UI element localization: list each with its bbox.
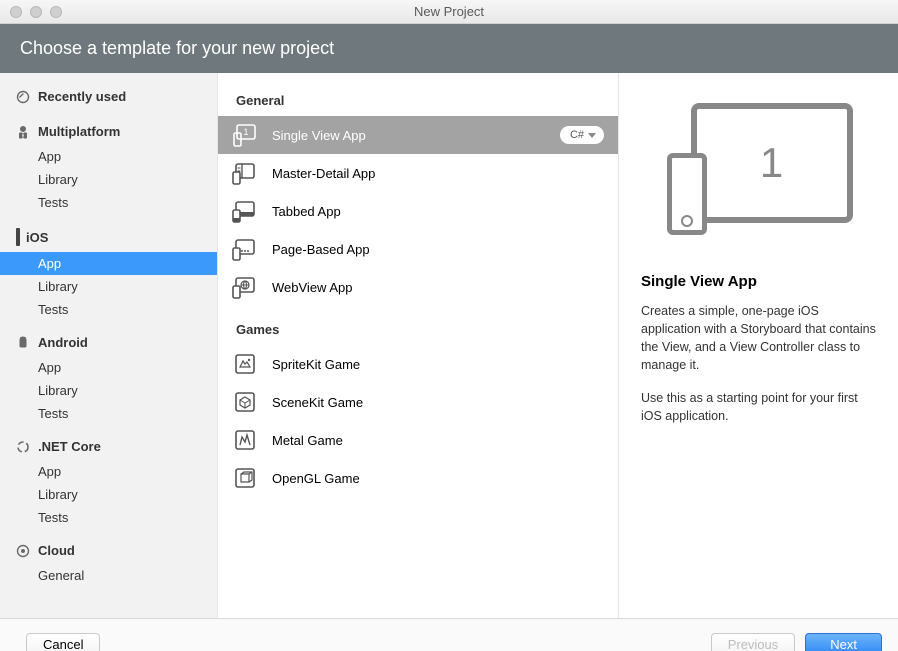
detail-title: Single View App	[641, 273, 876, 290]
previous-button[interactable]: Previous	[711, 633, 796, 651]
sidebar-group-cloud[interactable]: Cloud	[0, 537, 217, 564]
template-single-view-app[interactable]: 1 Single View App C#	[218, 116, 618, 154]
multiplatform-icon	[16, 125, 30, 139]
template-tabbed-app[interactable]: Tabbed App	[218, 192, 618, 230]
sidebar-item-netcore-library[interactable]: Library	[0, 483, 217, 506]
detail-pane: 1 Single View App Creates a simple, one-…	[619, 73, 898, 618]
cancel-button[interactable]: Cancel	[26, 633, 100, 651]
sidebar-group-label: .NET Core	[38, 439, 101, 454]
template-metal-game[interactable]: Metal Game	[218, 421, 618, 459]
detail-description-1: Creates a simple, one-page iOS applicati…	[641, 302, 876, 375]
master-detail-icon	[232, 160, 258, 186]
template-label: OpenGL Game	[272, 471, 604, 486]
detail-description-2: Use this as a starting point for your fi…	[641, 389, 876, 425]
sidebar: Recently used Multiplatform App Library …	[0, 73, 218, 618]
iphone-icon	[667, 153, 707, 235]
sidebar-item-android-app[interactable]: App	[0, 356, 217, 379]
sidebar-group-label: iOS	[26, 230, 48, 245]
titlebar: New Project	[0, 0, 898, 24]
language-label: C#	[570, 129, 584, 141]
sidebar-item-multiplatform-app[interactable]: App	[0, 145, 217, 168]
sidebar-item-android-tests[interactable]: Tests	[0, 402, 217, 425]
page-heading: Choose a template for your new project	[0, 24, 898, 73]
ipad-icon: 1	[691, 103, 853, 223]
sidebar-group-label: Cloud	[38, 543, 75, 558]
template-label: Single View App	[272, 128, 546, 143]
sidebar-group-multiplatform[interactable]: Multiplatform	[0, 118, 217, 145]
next-button[interactable]: Next	[805, 633, 882, 651]
sidebar-item-ios-library[interactable]: Library	[0, 275, 217, 298]
page-based-icon	[232, 236, 258, 262]
template-opengl-game[interactable]: OpenGL Game	[218, 459, 618, 497]
metal-icon	[232, 427, 258, 453]
window-title: New Project	[0, 4, 898, 19]
webview-icon	[232, 274, 258, 300]
sidebar-item-multiplatform-library[interactable]: Library	[0, 168, 217, 191]
footer: Cancel Previous Next	[0, 618, 898, 651]
language-selector[interactable]: C#	[560, 126, 604, 144]
recent-icon	[16, 90, 30, 104]
template-label: SpriteKit Game	[272, 357, 604, 372]
template-page-based-app[interactable]: Page-Based App	[218, 230, 618, 268]
template-label: Metal Game	[272, 433, 604, 448]
template-list: General 1 Single View App C# Master-Deta…	[218, 73, 619, 618]
preview-glyph: 1	[760, 139, 783, 187]
template-label: SceneKit Game	[272, 395, 604, 410]
template-scenekit-game[interactable]: SceneKit Game	[218, 383, 618, 421]
opengl-icon	[232, 465, 258, 491]
sidebar-group-ios[interactable]: iOS	[0, 222, 217, 252]
sidebar-group-label: Android	[38, 335, 88, 350]
template-preview: 1	[659, 97, 859, 247]
sidebar-recent-label: Recently used	[38, 89, 126, 104]
sidebar-group-android[interactable]: Android	[0, 329, 217, 356]
sidebar-item-netcore-app[interactable]: App	[0, 460, 217, 483]
ios-accent-icon	[16, 228, 20, 246]
sidebar-item-ios-app[interactable]: App	[0, 252, 217, 275]
netcore-icon	[16, 440, 30, 454]
template-label: Tabbed App	[272, 204, 604, 219]
sidebar-item-multiplatform-tests[interactable]: Tests	[0, 191, 217, 214]
body: Recently used Multiplatform App Library …	[0, 73, 898, 618]
template-webview-app[interactable]: WebView App	[218, 268, 618, 306]
chevron-down-icon	[588, 133, 596, 138]
single-view-icon: 1	[232, 122, 258, 148]
template-label: WebView App	[272, 280, 604, 295]
sidebar-item-cloud-general[interactable]: General	[0, 564, 217, 587]
template-label: Master-Detail App	[272, 166, 604, 181]
android-icon	[16, 336, 30, 350]
section-title-games: Games	[218, 316, 618, 345]
section-title-general: General	[218, 87, 618, 116]
svg-text:1: 1	[243, 127, 248, 137]
scenekit-icon	[232, 389, 258, 415]
tabbed-icon	[232, 198, 258, 224]
template-label: Page-Based App	[272, 242, 604, 257]
cloud-icon	[16, 544, 30, 558]
template-spritekit-game[interactable]: SpriteKit Game	[218, 345, 618, 383]
sidebar-item-android-library[interactable]: Library	[0, 379, 217, 402]
sidebar-recent[interactable]: Recently used	[0, 83, 217, 110]
spritekit-icon	[232, 351, 258, 377]
sidebar-group-netcore[interactable]: .NET Core	[0, 433, 217, 460]
template-master-detail-app[interactable]: Master-Detail App	[218, 154, 618, 192]
sidebar-group-label: Multiplatform	[38, 124, 120, 139]
sidebar-item-ios-tests[interactable]: Tests	[0, 298, 217, 321]
sidebar-item-netcore-tests[interactable]: Tests	[0, 506, 217, 529]
